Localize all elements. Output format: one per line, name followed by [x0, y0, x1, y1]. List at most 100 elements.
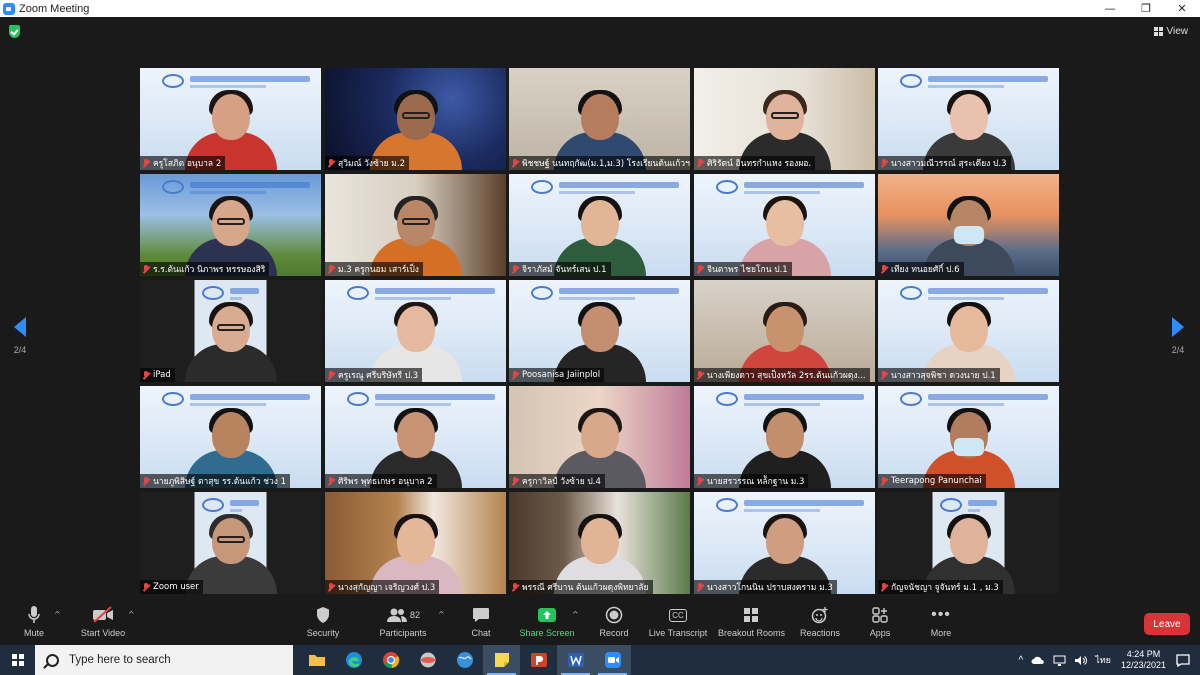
encryption-shield-icon[interactable] [9, 25, 20, 38]
chat-label: Chat [471, 628, 491, 638]
restore-button[interactable]: ❐ [1128, 0, 1164, 17]
participant-tile[interactable]: ศิริรัตน์ อินทรกำแหง รองผอ. [694, 68, 875, 170]
word-app[interactable] [557, 645, 594, 675]
participant-tile[interactable]: ครูเรณู ศรีบริษัทรี ป.3 [325, 280, 506, 382]
clock[interactable]: 4:24 PM 12/23/2021 [1121, 649, 1166, 671]
breakout-rooms-button[interactable]: Breakout Rooms [718, 604, 786, 638]
mic-muted-icon [142, 370, 150, 380]
next-page-button[interactable]: 2/4 [1168, 317, 1188, 355]
file-explorer-app[interactable] [298, 645, 335, 675]
participant-tile[interactable]: ครูโสภิต อนุบาล 2 [140, 68, 321, 170]
participant-tile[interactable]: Teerapong Panunchai [878, 386, 1059, 488]
participant-tile[interactable]: พิชชษฐ์ นนทฤกัฒ(ม.1,ม.3) โรงเรียนต้นแก้ว… [509, 68, 690, 170]
participant-tile[interactable]: นายสรวรรณ หล้ักฐาน ม.3 [694, 386, 875, 488]
window-titlebar: Zoom Meeting — ❐ ✕ [0, 0, 1200, 17]
share-screen-button[interactable]: Share Screen [518, 604, 576, 638]
participant-tile[interactable]: ศิริพร พุทธเกษร อนุบาล 2 [325, 386, 506, 488]
volume-icon[interactable] [1074, 655, 1088, 666]
live-transcript-button[interactable]: CC Live Transcript [648, 604, 708, 638]
security-button[interactable]: Security [303, 604, 343, 638]
breakout-rooms-label: Breakout Rooms [718, 628, 786, 638]
record-label: Record [599, 628, 629, 638]
participant-tile[interactable]: นางสุกัญญา เจริญวงศ์ ป.3 [325, 492, 506, 594]
participant-name: นางสุกัญญา เจริญวงศ์ ป.3 [338, 583, 436, 593]
system-tray: ^ ไทย 4:24 PM 12/23/2021 [1015, 645, 1200, 675]
audio-options-caret[interactable]: ^ [54, 610, 61, 619]
apps-button[interactable]: Apps [866, 604, 894, 638]
participants-button[interactable]: 82 Participants [375, 604, 431, 638]
participant-tile[interactable]: สุวิมณ์ วังซ้าย ม.2 [325, 68, 506, 170]
participant-name: กัญจนัชญา จูจันทร์ ม.1 , ม.3 [891, 583, 999, 593]
participant-tile[interactable]: เทียง ทนอยศักิ์ ป.6 [878, 174, 1059, 276]
participant-name-label: พรรณี ศรีบาน ต้นแก้วผดุงพิทยาลัย [509, 580, 653, 594]
participant-tile[interactable]: จิราภัสม์ จันทร์เสน ป.1 [509, 174, 690, 276]
mic-muted-icon [696, 476, 704, 486]
zoom-app[interactable] [594, 645, 631, 675]
view-button[interactable]: View [1153, 26, 1188, 37]
participant-tile[interactable]: Poosanisa Jaiinplol [509, 280, 690, 382]
participant-name-label: ศิริรัตน์ อินทรกำแหง รองผอ. [694, 156, 816, 170]
mic-muted-icon [511, 582, 519, 592]
globe-app[interactable] [446, 645, 483, 675]
mic-muted-icon [696, 264, 704, 274]
mute-label: Mute [23, 628, 44, 638]
participant-tile[interactable]: จินตาพร ไชยโกน ป.1 [694, 174, 875, 276]
live-transcript-label: Live Transcript [648, 628, 708, 638]
participant-tile[interactable]: นางสาวสุจพิชา ดวงนาย ป.1 [878, 280, 1059, 382]
video-options-caret[interactable]: ^ [128, 610, 135, 619]
participant-tile[interactable]: นางสาวโกนนิน ปราบสงคราม ม.3 [694, 492, 875, 594]
mute-button[interactable]: Mute [18, 604, 50, 638]
record-button[interactable]: Record [595, 604, 633, 638]
mic-muted-icon [880, 582, 888, 592]
share-options-caret[interactable]: ^ [572, 610, 579, 619]
search-placeholder: Type here to search [69, 654, 171, 666]
tray-overflow-chevron-icon[interactable]: ^ [1019, 655, 1024, 666]
participant-name: ครูกาวิลป์ วังซ้าย ป.4 [522, 477, 601, 487]
chrome-icon [382, 652, 399, 669]
chat-button[interactable]: Chat [465, 604, 497, 638]
onedrive-icon[interactable] [1031, 656, 1045, 665]
participants-options-caret[interactable]: ^ [438, 610, 445, 619]
participant-name-label: ม.3 ครูกนอม เสาร์เป็ง [325, 262, 423, 276]
sticky-notes-app[interactable] [483, 645, 520, 675]
participant-name: นายสรวรรณ หล้ักฐาน ม.3 [707, 477, 805, 487]
mic-muted-icon [880, 264, 888, 274]
cc-icon: CC [669, 608, 687, 622]
powerpoint-app[interactable] [520, 645, 557, 675]
start-button[interactable] [0, 645, 35, 675]
start-video-button[interactable]: Start Video [78, 604, 128, 638]
participant-name: พรรณี ศรีบาน ต้นแก้วผดุงพิทยาลัย [522, 583, 649, 593]
edge-app[interactable] [335, 645, 372, 675]
chrome-app[interactable] [372, 645, 409, 675]
prev-page-button[interactable]: 2/4 [10, 317, 30, 355]
close-button[interactable]: ✕ [1164, 0, 1200, 17]
more-button[interactable]: ••• More [925, 604, 957, 638]
reactions-button[interactable]: Reactions [798, 604, 842, 638]
share-screen-label: Share Screen [519, 628, 575, 638]
grid-view-icon [1153, 27, 1163, 36]
settings-app[interactable] [409, 645, 446, 675]
participant-tile[interactable]: ร.ร.ต้นแก้ว นิภาพร หรรษองสิริ [140, 174, 321, 276]
participant-name: ครูโสภิต อนุบาล 2 [153, 159, 222, 169]
leave-button[interactable]: Leave [1144, 613, 1190, 635]
participant-tile[interactable]: นางเพียงดาว สุขเป็งหวัล 2รร.ต้นแก้วผดุง.… [694, 280, 875, 382]
participant-tile[interactable]: นายภูพิสิษฐ์ ตาสุข รร.ต้นแก้ว ช่วง 1 [140, 386, 321, 488]
input-language[interactable]: ไทย [1095, 653, 1111, 667]
participant-tile[interactable]: ครูกาวิลป์ วังซ้าย ป.4 [509, 386, 690, 488]
minimize-button[interactable]: — [1092, 0, 1128, 17]
participant-tile[interactable]: ม.3 ครูกนอม เสาร์เป็ง [325, 174, 506, 276]
participant-tile[interactable]: พรรณี ศรีบาน ต้นแก้วผดุงพิทยาลัย [509, 492, 690, 594]
participant-name-label: นางสุกัญญา เจริญวงศ์ ป.3 [325, 580, 440, 594]
edge-icon [345, 652, 362, 668]
participant-tile[interactable]: iPad [140, 280, 321, 382]
network-icon[interactable] [1053, 655, 1066, 666]
participant-name: นางเพียงดาว สุขเป็งหวัล 2รร.ต้นแก้วผดุง.… [707, 371, 866, 381]
search-icon [46, 653, 59, 667]
folder-icon [308, 655, 325, 666]
page-indicator-right: 2/4 [1171, 345, 1185, 355]
participant-tile[interactable]: กัญจนัชญา จูจันทร์ ม.1 , ม.3 [878, 492, 1059, 594]
notifications-icon[interactable] [1176, 653, 1190, 667]
participant-tile[interactable]: Zoom user [140, 492, 321, 594]
taskbar-search[interactable]: Type here to search [35, 645, 293, 675]
participant-tile[interactable]: นางสาวมณีวรรณ์ สุระเดียง ป.3 [878, 68, 1059, 170]
